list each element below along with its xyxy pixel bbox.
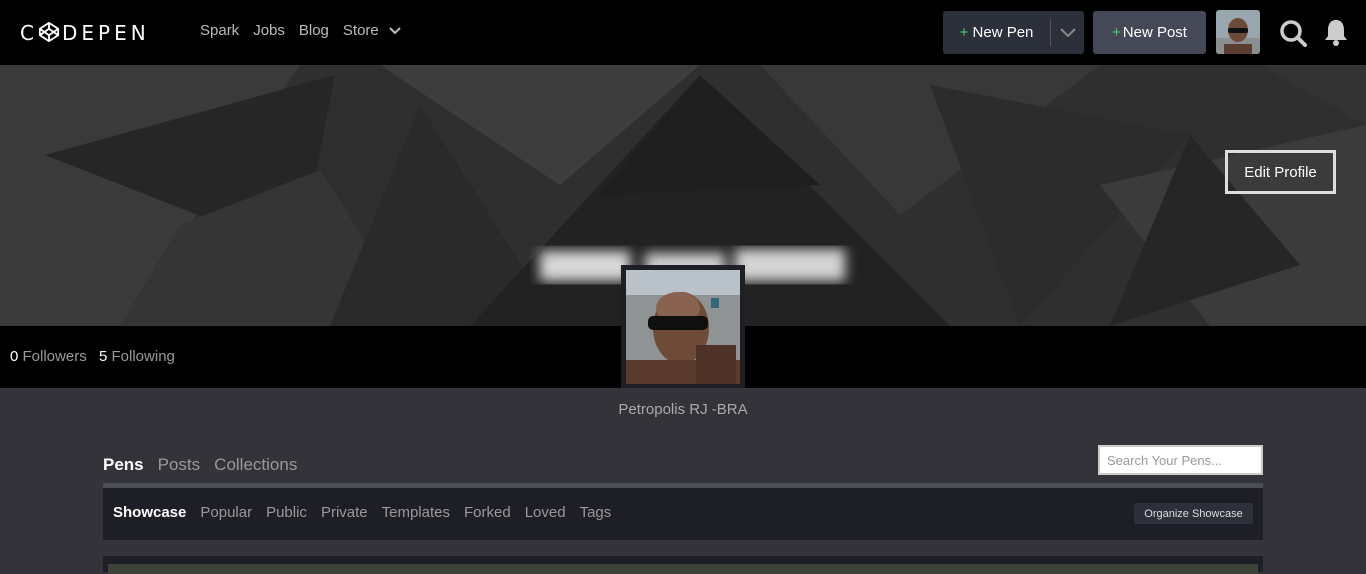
pens-grid [103,556,1263,574]
tab-collections[interactable]: Collections [214,455,297,475]
nav-store[interactable]: Store [343,22,401,39]
codepen-logo[interactable]: C DEPEN [20,20,150,46]
pens-subnav: Showcase Popular Public Private Template… [103,488,1263,540]
plus-icon: + [959,24,969,41]
subtab-loved[interactable]: Loved [525,504,566,521]
top-header: C DEPEN Spark Jobs Blog Store + New Pen +… [0,0,1366,65]
following-label: Following [111,348,175,365]
subtab-popular[interactable]: Popular [200,504,252,521]
subtab-showcase[interactable]: Showcase [113,504,186,521]
followers-count: 0 [10,348,19,365]
nav-jobs[interactable]: Jobs [253,22,285,39]
pen-card[interactable] [108,564,1258,574]
profile-photo [621,265,745,388]
new-pen-text: New Pen [972,24,1034,41]
main-nav: Spark Jobs Blog Store [200,22,401,39]
chevron-down-icon [389,27,401,35]
nav-spark[interactable]: Spark [200,22,239,39]
new-post-label: New Post [1122,24,1187,41]
subtab-forked[interactable]: Forked [464,504,511,521]
subtab-templates[interactable]: Templates [382,504,450,521]
edit-profile-button[interactable]: Edit Profile [1225,150,1336,194]
new-pen-button[interactable]: + New Pen [943,11,1084,54]
followers-label: Followers [22,348,87,365]
tab-posts[interactable]: Posts [158,455,201,475]
user-avatar[interactable] [1216,10,1260,54]
profile-photo-image [626,270,740,384]
logo-letters: DEPEN [61,21,150,45]
cube-logo-icon [38,21,60,43]
following-count: 5 [99,348,108,365]
search-pens-input[interactable] [1098,445,1263,475]
chevron-down-icon [1059,27,1076,37]
subtab-tags[interactable]: Tags [580,504,612,521]
avatar-photo [1216,10,1260,54]
nav-blog[interactable]: Blog [299,22,329,39]
new-post-button[interactable]: + New Post [1093,11,1206,54]
tab-pens[interactable]: Pens [103,455,144,475]
nav-store-label: Store [342,22,379,39]
subtab-private[interactable]: Private [321,504,368,521]
following-link[interactable]: 5 Following [99,348,175,365]
logo-letter-c: C [20,21,38,45]
organize-showcase-button[interactable]: Organize Showcase [1134,503,1253,524]
plus-icon: + [1112,24,1121,41]
new-pen-dropdown-toggle[interactable] [1051,27,1084,38]
new-pen-label[interactable]: + New Pen [943,24,1050,41]
subtab-public[interactable]: Public [266,504,307,521]
search-icon[interactable] [1279,19,1307,47]
location: Petropolis RJ -BRA [618,401,748,418]
followers-link[interactable]: 0 Followers [10,348,87,365]
profile-tabs: Pens Posts Collections [103,455,297,475]
bell-icon[interactable] [1323,18,1349,46]
